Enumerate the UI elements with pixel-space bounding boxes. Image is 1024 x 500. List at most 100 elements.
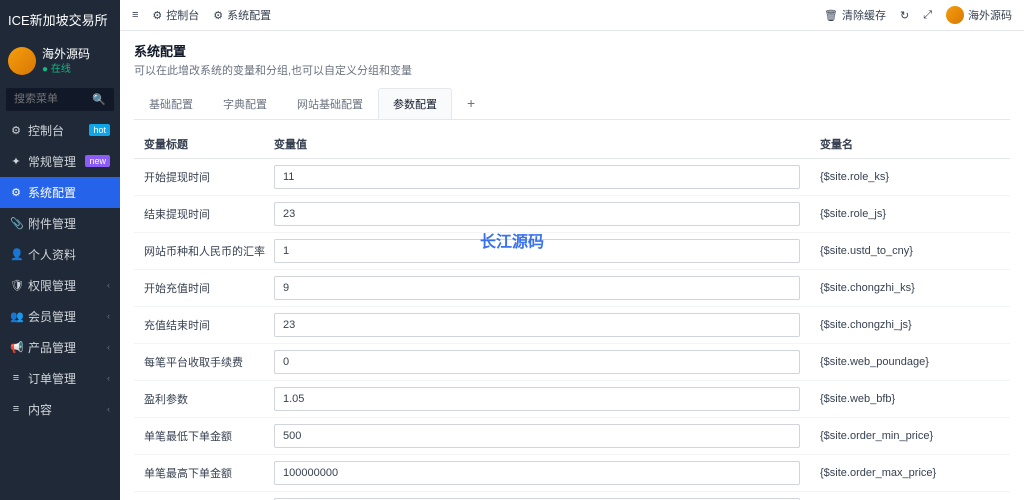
- table-row: 网站币种和人民币的汇率 {$site.ustd_to_cny}: [134, 233, 1010, 270]
- row-varname: {$site.chongzhi_ks}: [820, 282, 1000, 294]
- main: ≡ ⚙控制台 ⚙系统配置 🗑清除缓存 ↻ ⤢ 海外源码 系统配置 可以在此增改系…: [120, 0, 1024, 500]
- sidebar-item-2[interactable]: ⚙ 系统配置: [0, 177, 120, 208]
- th-value: 变量值: [274, 136, 820, 152]
- chevron-down-icon: ‹: [107, 311, 110, 321]
- tab-0[interactable]: 基础配置: [134, 88, 208, 119]
- nav-label: 系统配置: [28, 184, 110, 201]
- row-title: 结束提现时间: [144, 206, 274, 222]
- search-input[interactable]: [14, 93, 92, 105]
- row-title: 充值结束时间: [144, 317, 274, 333]
- tab-add[interactable]: +: [452, 88, 490, 119]
- trash-icon: 🗑: [824, 9, 838, 22]
- page-title: 系统配置: [134, 41, 1010, 60]
- nav-label: 权限管理: [28, 277, 101, 294]
- nav-icon: 👥: [10, 310, 22, 323]
- nav-icon: ⚙: [10, 124, 22, 137]
- profile-name: 海外源码: [42, 47, 90, 63]
- row-value-input[interactable]: [274, 461, 800, 485]
- sidebar-item-9[interactable]: ≡内容‹: [0, 394, 120, 425]
- expand-icon[interactable]: ⤢: [923, 9, 932, 22]
- row-varname: {$site.ustd_to_cny}: [820, 245, 1000, 257]
- gear-icon: ⚙: [213, 9, 223, 22]
- menu-toggle-icon[interactable]: ≡: [132, 9, 138, 21]
- nav-icon: 📎: [10, 217, 22, 230]
- row-varname: {$site.role_js}: [820, 208, 1000, 220]
- row-varname: {$site.web_bfb}: [820, 393, 1000, 405]
- sidebar-item-6[interactable]: 👥 会员管理 ‹: [0, 301, 120, 332]
- row-title: 网站币种和人民币的汇率: [144, 243, 274, 259]
- tab-1[interactable]: 字典配置: [208, 88, 282, 119]
- sidebar-item-4[interactable]: 👤个人资料: [0, 239, 120, 270]
- row-title: 每笔平台收取手续费: [144, 354, 274, 370]
- sidebar-item-0[interactable]: ⚙ 控制台 hot: [0, 115, 120, 146]
- row-value-input[interactable]: [274, 276, 800, 300]
- nav-icon: 🛡: [10, 279, 22, 292]
- profile-block: 海外源码 ● 在线: [0, 39, 120, 84]
- chevron-down-icon: ‹: [107, 404, 110, 414]
- row-title: 开始提现时间: [144, 169, 274, 185]
- row-title: 单笔最低下单金额: [144, 428, 274, 444]
- chevron-down-icon: ‹: [107, 373, 110, 383]
- nav-label: 产品管理: [28, 339, 101, 356]
- search-icon: 🔍: [92, 93, 106, 106]
- avatar-icon: [946, 6, 964, 24]
- th-title: 变量标题: [144, 136, 274, 152]
- tab-2[interactable]: 网站基础配置: [282, 88, 378, 119]
- nav-label: 订单管理: [28, 370, 101, 387]
- chevron-down-icon: ‹: [107, 280, 110, 290]
- row-value-input[interactable]: [274, 313, 800, 337]
- refresh-icon[interactable]: ↻: [900, 9, 909, 22]
- sidebar-item-1[interactable]: ✦常规管理new: [0, 146, 120, 177]
- page-subtitle: 可以在此增改系统的变量和分组,也可以自定义分组和变量: [134, 62, 1010, 78]
- sidebar-item-3[interactable]: 📎 附件管理: [0, 208, 120, 239]
- nav-label: 个人资料: [28, 246, 110, 263]
- nav-icon: ≡: [10, 403, 22, 415]
- table-row: 充值结束时间 {$site.chongzhi_js}: [134, 307, 1010, 344]
- nav-icon: 📢: [10, 341, 22, 354]
- sidebar: ICE新加坡交易所 海外源码 ● 在线 🔍 ⚙ 控制台 hot ✦常规管理new ⚙ 系统…: [0, 0, 120, 500]
- topbar-console[interactable]: ⚙控制台: [152, 7, 199, 23]
- table-row: 开始充值时间{$site.chongzhi_ks}: [134, 270, 1010, 307]
- clear-cache-button[interactable]: 🗑清除缓存: [824, 7, 886, 23]
- row-value-input[interactable]: [274, 350, 800, 374]
- sidebar-item-5[interactable]: 🛡 权限管理 ‹: [0, 270, 120, 301]
- row-title: 盈利参数: [144, 391, 274, 407]
- row-varname: {$site.role_ks}: [820, 171, 1000, 183]
- topbar-sysconfig[interactable]: ⚙系统配置: [213, 7, 271, 23]
- table-row: 单笔最低下单金额 {$site.order_min_price}: [134, 418, 1010, 455]
- row-value-input[interactable]: [274, 424, 800, 448]
- row-title: 单笔最高下单金额: [144, 465, 274, 481]
- row-varname: {$site.chongzhi_js}: [820, 319, 1000, 331]
- nav-label: 控制台: [28, 122, 83, 139]
- topbar: ≡ ⚙控制台 ⚙系统配置 🗑清除缓存 ↻ ⤢ 海外源码: [120, 0, 1024, 31]
- row-varname: {$site.order_max_price}: [820, 467, 1000, 479]
- config-table: 变量标题 变量值 变量名 开始提现时间 {$site.role_ks} 结束提现时间…: [134, 130, 1010, 500]
- avatar: [8, 47, 36, 75]
- search-box[interactable]: 🔍: [6, 88, 114, 111]
- nav-label: 会员管理: [28, 308, 101, 325]
- brand-title: ICE新加坡交易所: [0, 0, 120, 39]
- row-value-input[interactable]: [274, 165, 800, 189]
- nav-label: 附件管理: [28, 215, 110, 232]
- table-row: 开始提现时间 {$site.role_ks}: [134, 159, 1010, 196]
- sidebar-item-8[interactable]: ≡ 订单管理 ‹: [0, 363, 120, 394]
- nav-list: ⚙ 控制台 hot ✦常规管理new ⚙ 系统配置 📎 附件管理 👤个人资料 🛡 权限管理 ‹ 👥 会员管…: [0, 115, 120, 500]
- table-row: 每笔平台收取手续费{$site.web_poundage}: [134, 344, 1010, 381]
- table-row: 盈利参数 {$site.web_bfb}: [134, 381, 1010, 418]
- row-varname: {$site.order_min_price}: [820, 430, 1000, 442]
- table-header: 变量标题 变量值 变量名: [134, 130, 1010, 159]
- nav-badge: new: [85, 155, 110, 167]
- th-name: 变量名: [820, 136, 1000, 152]
- row-value-input[interactable]: [274, 387, 800, 411]
- tab-3[interactable]: 参数配置: [378, 88, 452, 119]
- nav-badge: hot: [89, 124, 110, 136]
- row-value-input[interactable]: [274, 202, 800, 226]
- nav-icon: ≡: [10, 372, 22, 384]
- user-menu[interactable]: 海外源码: [946, 6, 1012, 24]
- row-value-input[interactable]: [274, 239, 800, 263]
- sidebar-item-7[interactable]: 📢产品管理‹: [0, 332, 120, 363]
- profile-status: ● 在线: [42, 63, 90, 76]
- nav-icon: ⚙: [10, 186, 22, 199]
- table-row: 结束提现时间 {$site.role_js}: [134, 196, 1010, 233]
- config-tabs: 基础配置字典配置网站基础配置参数配置+: [134, 88, 1010, 120]
